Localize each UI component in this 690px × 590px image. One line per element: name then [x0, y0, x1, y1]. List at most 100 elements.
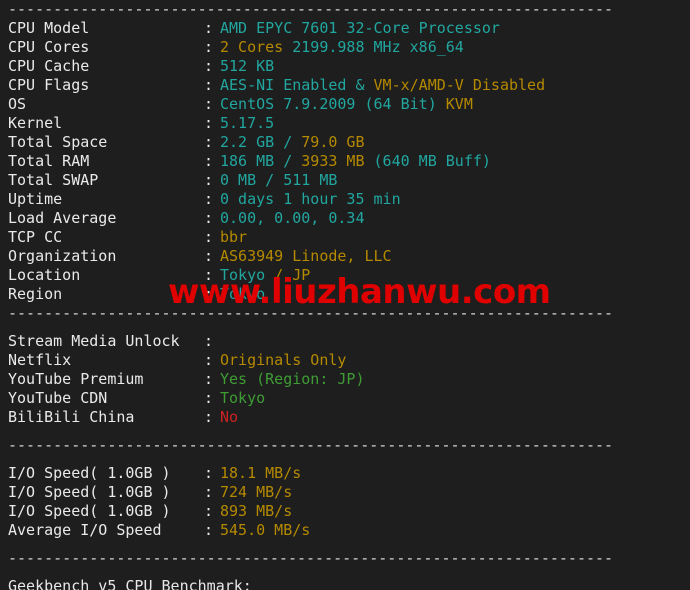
row-value: 545.0 MB/s	[220, 521, 311, 539]
row-label: I/O Speed( 1.0GB )	[8, 502, 171, 520]
row-label: Kernel	[8, 114, 63, 132]
section-heading: Geekbench v5 CPU Benchmark:	[8, 577, 252, 590]
row-colon: :	[204, 152, 214, 170]
separator-after-system: ----------------------------------------…	[8, 304, 614, 322]
row-colon: :	[204, 19, 214, 37]
row-value: 186 MB /	[220, 152, 302, 170]
info-row: Region: Tokyo	[0, 285, 690, 304]
info-row: Uptime:0 days 1 hour 35 min	[0, 190, 690, 209]
row-value: 79.0 GB	[301, 133, 365, 151]
info-row: CPU Cache:512 KB	[0, 57, 690, 76]
row-value: 724 MB/s	[220, 483, 293, 501]
row-value: bbr	[220, 228, 248, 246]
row-colon: :	[204, 408, 214, 426]
row-colon: :	[204, 332, 214, 350]
gap-4	[0, 540, 690, 549]
row-value: KVM	[445, 95, 473, 113]
separator-after-stream: ----------------------------------------…	[8, 436, 614, 454]
row-colon: :	[204, 57, 214, 75]
row-colon: :	[204, 133, 214, 151]
info-row: CPU Flags: AES-NI Enabled & VM-x/AMD-V Di…	[0, 76, 690, 95]
row-colon: :	[204, 76, 214, 94]
row-label: Stream Media Unlock	[8, 332, 180, 350]
row-value: /	[265, 266, 293, 284]
info-row: BiliBili China: No	[0, 408, 690, 427]
row-value: VM-x/AMD-V Disabled	[373, 76, 546, 94]
row-label: Total RAM	[8, 152, 90, 170]
row-value: 0.00, 0.00, 0.34	[220, 209, 365, 227]
row-value: 2 Cores	[220, 38, 293, 56]
info-row: Stream Media Unlock:	[0, 332, 690, 351]
info-row: I/O Speed( 1.0GB ):724 MB/s	[0, 483, 690, 502]
row-label: YouTube CDN	[8, 389, 108, 407]
row-label: Organization	[8, 247, 117, 265]
row-colon: :	[204, 266, 214, 284]
row-label: CPU Cache	[8, 57, 90, 75]
row-label: Region	[8, 285, 63, 303]
section-stream-media: Stream Media Unlock: Netflix: Originals On…	[0, 332, 690, 427]
row-label: Uptime	[8, 190, 63, 208]
row-label: Location	[8, 266, 81, 284]
separator-after-io: ----------------------------------------…	[8, 549, 614, 567]
row-value: CentOS 7.9.2009 (64 Bit)	[220, 95, 446, 113]
info-row: Location: Tokyo / JP	[0, 266, 690, 285]
gap-1	[0, 323, 690, 332]
row-label: CPU Flags	[8, 76, 90, 94]
row-value: No	[220, 408, 239, 426]
info-row: CPU Model: AMD EPYC 7601 32-Core Processo…	[0, 19, 690, 38]
row-colon: :	[204, 190, 214, 208]
gap-5	[0, 568, 690, 577]
row-label: TCP CC	[8, 228, 63, 246]
row-value: Tokyo	[220, 285, 266, 303]
row-colon: :	[204, 521, 214, 539]
section-geekbench: Geekbench v5 CPU Benchmark:Single Core:6…	[0, 577, 690, 590]
gap-2	[0, 427, 690, 436]
info-row: TCP CC: bbr	[0, 228, 690, 247]
row-label: Netflix	[8, 351, 72, 369]
row-value: AES-NI Enabled	[220, 76, 347, 94]
row-colon: :	[204, 389, 214, 407]
row-value: 3933 MB	[301, 152, 365, 170]
info-row: YouTube CDN: Tokyo	[0, 389, 690, 408]
info-row: Organization: AS63949 Linode, LLC	[0, 247, 690, 266]
row-label: YouTube Premium	[8, 370, 144, 388]
info-row: OS: CentOS 7.9.2009 (64 Bit) KVM	[0, 95, 690, 114]
info-row: I/O Speed( 1.0GB ):18.1 MB/s	[0, 464, 690, 483]
row-value: (640 MB Buff)	[364, 152, 491, 170]
row-label: Average I/O Speed	[8, 521, 162, 539]
row-label: Total Space	[8, 133, 108, 151]
row-colon: :	[204, 483, 214, 501]
row-label: CPU Cores	[8, 38, 90, 56]
row-colon: :	[204, 370, 214, 388]
row-colon: :	[204, 228, 214, 246]
row-colon: :	[204, 464, 214, 482]
terminal-window: ----------------------------------------…	[0, 0, 690, 590]
gap-3	[0, 455, 690, 464]
info-row: Total Space:2.2 GB / 79.0 GB	[0, 133, 690, 152]
row-label: CPU Model	[8, 19, 90, 37]
row-colon: :	[204, 247, 214, 265]
row-colon: :	[204, 351, 214, 369]
info-row: Kernel:5.17.5	[0, 114, 690, 133]
info-row: YouTube Premium: Yes (Region: JP)	[0, 370, 690, 389]
row-value: 0 MB / 511 MB	[220, 171, 338, 189]
row-value: AMD EPYC 7601 32-Core Processor	[220, 19, 500, 37]
info-row: Netflix: Originals Only	[0, 351, 690, 370]
row-colon: :	[204, 95, 214, 113]
row-label: Load Average	[8, 209, 117, 227]
row-value: 18.1 MB/s	[220, 464, 302, 482]
info-row: CPU Cores:2 Cores 2199.988 MHz x86_64	[0, 38, 690, 57]
row-value: Originals Only	[220, 351, 347, 369]
info-row: Load Average:0.00, 0.00, 0.34	[0, 209, 690, 228]
info-row: I/O Speed( 1.0GB ):893 MB/s	[0, 502, 690, 521]
row-value: &	[346, 76, 374, 94]
info-row: Total SWAP:0 MB / 511 MB	[0, 171, 690, 190]
row-label: I/O Speed( 1.0GB )	[8, 483, 171, 501]
info-row: Total RAM:186 MB / 3933 MB (640 MB Buff)	[0, 152, 690, 171]
row-label: BiliBili China	[8, 408, 135, 426]
row-value: Tokyo	[220, 266, 266, 284]
row-label: Total SWAP	[8, 171, 99, 189]
row-label: I/O Speed( 1.0GB )	[8, 464, 171, 482]
row-colon: :	[204, 114, 214, 132]
row-colon: :	[204, 209, 214, 227]
